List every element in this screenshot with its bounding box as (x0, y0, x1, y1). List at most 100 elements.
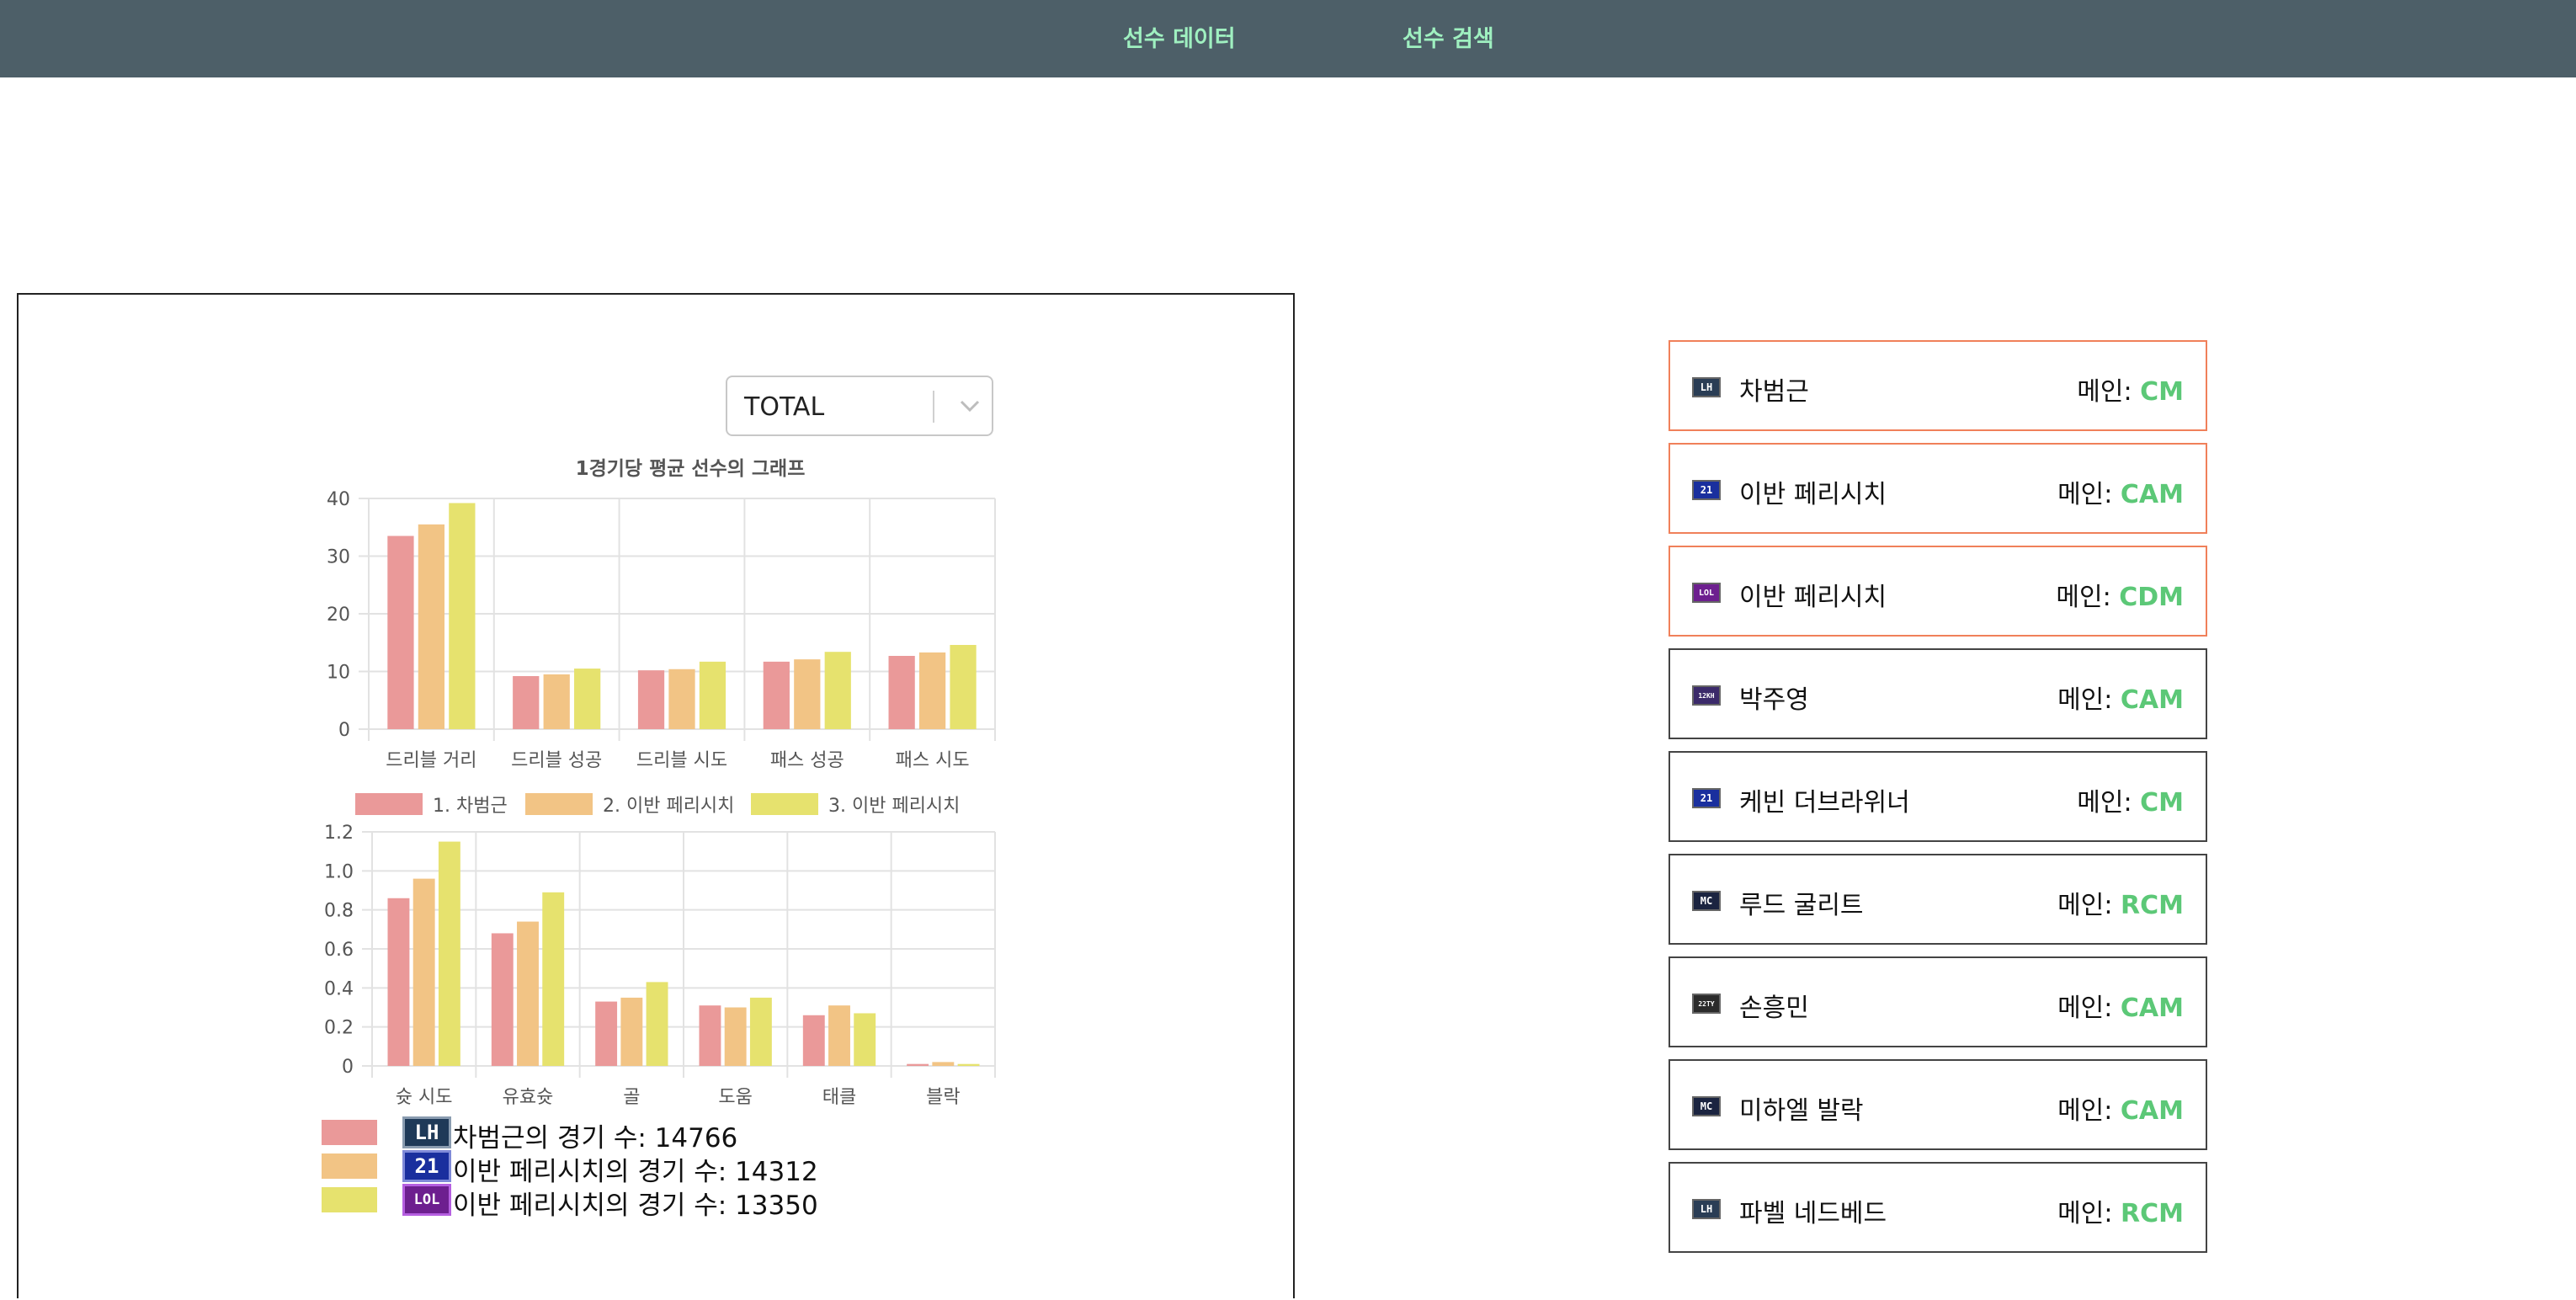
player-main-position: 메인: CM (2077, 781, 2184, 818)
legend-label: 1. 차범근 (433, 796, 508, 817)
match-count-text: 차범근의 경기 수: 14766 (453, 1123, 738, 1153)
bar (907, 1063, 929, 1066)
bar (957, 1063, 980, 1066)
position-value: CAM (2120, 1096, 2184, 1126)
position-value: CAM (2120, 685, 2184, 715)
bar (387, 898, 410, 1066)
player-main-position: 메인: CAM (2057, 679, 2184, 716)
player-list: LH 차범근 메인: CM 21 이반 페리시치 메인: CAM LOL 이반 페리시치 메인:… (1669, 340, 2207, 1265)
y-tick-label: 1.2 (324, 823, 354, 844)
player-main-position: 메인: CAM (2057, 473, 2184, 510)
player-name: 손흥민 (1739, 994, 1809, 1023)
player-main-position: 메인: CAM (2057, 987, 2184, 1024)
player-color-swatch (322, 1153, 377, 1179)
main-position-label: 메인: (2057, 994, 2121, 1023)
position-value: RCM (2121, 891, 2184, 920)
bar (918, 652, 946, 729)
match-count-text: 이반 페리시치의 경기 수: 13350 (453, 1191, 818, 1221)
main-position-label: 메인: (2077, 788, 2141, 818)
bar (888, 656, 915, 729)
bar (438, 841, 460, 1066)
player-name: 케빈 더브라위너 (1739, 788, 1910, 818)
player-main-position: 메인: RCM (2057, 884, 2184, 921)
legend-swatch (751, 793, 818, 815)
player-card[interactable]: LOL 이반 페리시치 메인: CDM (1669, 546, 2207, 637)
season-logo-icon: 21 (402, 1150, 451, 1182)
match-count-text: 이반 페리시치의 경기 수: 14312 (453, 1157, 818, 1187)
bar (412, 878, 435, 1066)
main-position-label: 메인: (2056, 583, 2120, 612)
player-name: 이반 페리시치 (1739, 583, 1887, 612)
x-category-label: 드리블 거리 (386, 750, 476, 771)
y-tick-label: 20 (327, 605, 350, 626)
top-navigation-bar: 선수 데이터 선수 검색 (0, 0, 2576, 77)
bar (542, 892, 565, 1066)
x-category-label: 드리블 성공 (511, 750, 602, 771)
position-value: CAM (2120, 994, 2184, 1023)
player-card[interactable]: MC 루드 굴리트 메인: RCM (1669, 854, 2207, 945)
y-tick-label: 0 (338, 720, 350, 741)
bar (699, 661, 726, 729)
player-color-swatch (322, 1120, 377, 1145)
main-position-label: 메인: (2057, 685, 2121, 715)
y-tick-label: 0.4 (324, 978, 354, 999)
player-main-position: 메인: CDM (2056, 576, 2184, 613)
y-tick-label: 0 (342, 1057, 354, 1078)
comparison-panel: TOTAL 1경기당 평균 선수의 그래프 0 10 20 30 40 드리블 거리 드리블 … (17, 293, 1295, 1298)
player-main-position: 메인: RCM (2057, 1192, 2184, 1229)
x-category-label: 드리블 시도 (636, 750, 727, 771)
bar (517, 921, 539, 1066)
player-card[interactable]: LH 차범근 메인: CM (1669, 340, 2207, 431)
x-category-label: 패스 시도 (896, 750, 970, 771)
x-category-label: 골 (623, 1087, 640, 1108)
player-card[interactable]: 22TY 손흥민 메인: CAM (1669, 956, 2207, 1047)
player-name: 미하엘 발락 (1739, 1096, 1864, 1126)
player-card[interactable]: 12KH 박주영 메인: CAM (1669, 648, 2207, 739)
y-tick-label: 40 (327, 489, 350, 510)
bar (950, 644, 977, 729)
season-logo-icon: LOL (402, 1184, 451, 1216)
season-badge-icon: 21 (1692, 788, 1721, 808)
bar (699, 1005, 721, 1066)
bar (574, 669, 601, 729)
legend-label: 2. 이반 페리시치 (603, 796, 734, 817)
player-name: 차범근 (1739, 377, 1809, 407)
player-card[interactable]: MC 미하엘 발락 메인: CAM (1669, 1059, 2207, 1150)
bar (513, 675, 540, 729)
y-tick-label: 1.0 (324, 861, 354, 882)
bar (824, 652, 851, 729)
bar (387, 535, 414, 729)
bar (543, 674, 570, 729)
x-category-label: 태클 (822, 1087, 856, 1108)
player-card[interactable]: LH 파벨 네드베드 메인: RCM (1669, 1162, 2207, 1253)
main-position-label: 메인: (2057, 891, 2121, 920)
position-value: CAM (2120, 480, 2184, 509)
chart-title: 1경기당 평균 선수의 그래프 (576, 458, 806, 480)
x-category-label: 슛 시도 (396, 1087, 453, 1108)
main-position-label: 메인: (2057, 1199, 2121, 1228)
player-color-swatch (322, 1187, 377, 1212)
nav-player-search-link[interactable]: 선수 검색 (1402, 20, 1494, 53)
position-value: RCM (2121, 1199, 2184, 1228)
y-tick-label: 0.8 (324, 901, 354, 922)
season-badge-icon: MC (1692, 1096, 1721, 1116)
player-name: 박주영 (1739, 685, 1809, 715)
legend-swatch (355, 793, 423, 815)
y-tick-label: 30 (327, 547, 350, 568)
bar (749, 997, 772, 1066)
bar (620, 997, 643, 1066)
main-position-label: 메인: (2057, 480, 2121, 509)
bar (668, 669, 695, 729)
bar (449, 503, 476, 729)
player-main-position: 메인: CM (2077, 370, 2184, 408)
player-card[interactable]: 21 이반 페리시치 메인: CAM (1669, 443, 2207, 534)
player-card[interactable]: 21 케빈 더브라위너 메인: CM (1669, 751, 2207, 842)
nav-player-data-link[interactable]: 선수 데이터 (1123, 20, 1236, 53)
season-badge-icon: 12KH (1692, 685, 1721, 706)
main-position-label: 메인: (2057, 1096, 2121, 1126)
season-badge-icon: 22TY (1692, 994, 1721, 1014)
main-position-label: 메인: (2077, 377, 2141, 407)
legend-label: 3. 이반 페리시치 (828, 796, 960, 817)
y-tick-label: 10 (327, 663, 350, 684)
bar (491, 933, 514, 1066)
